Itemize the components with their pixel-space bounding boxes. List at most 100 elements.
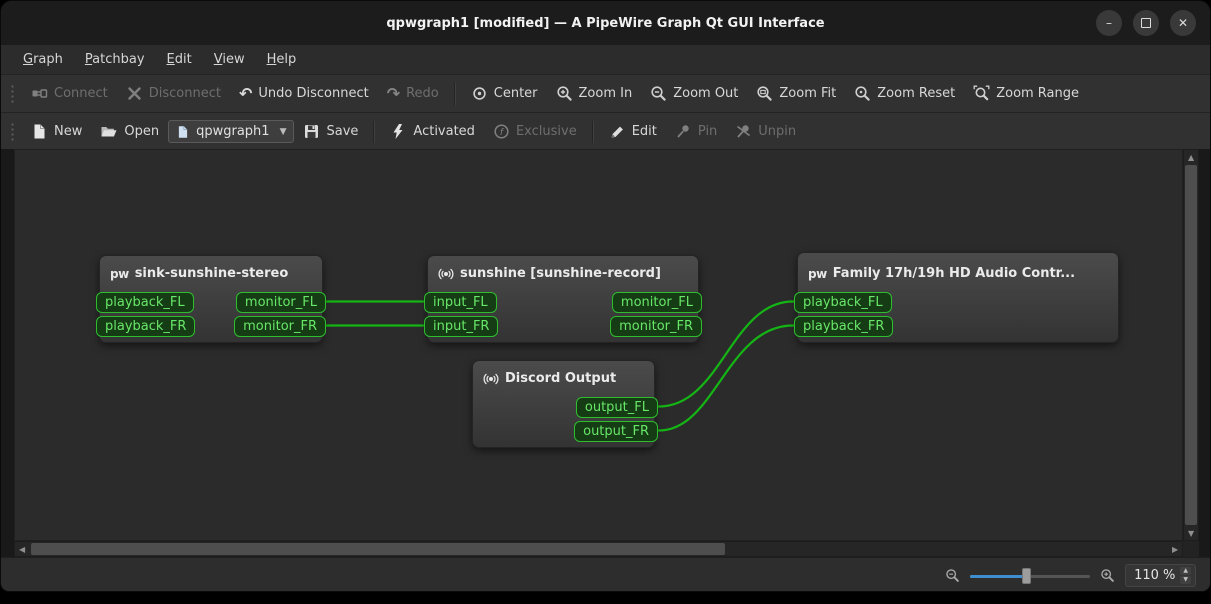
port-input[interactable]: playback_FL <box>794 292 892 313</box>
scroll-down-arrow[interactable]: ▼ <box>1188 530 1194 538</box>
node-header: pw Family 17h/19h HD Audio Contr... <box>798 253 1118 283</box>
zoom-reset-button[interactable]: Zoom Reset <box>845 80 964 107</box>
node-family-hd-audio[interactable]: pw Family 17h/19h HD Audio Contr... play… <box>794 252 1119 343</box>
graph-toolbar: Connect Disconnect ↶ Undo Disconnect ↷ R… <box>1 75 1210 113</box>
port-output[interactable]: monitor_FR <box>234 316 326 337</box>
zoom-reset-icon <box>855 86 870 101</box>
unpin-icon <box>737 125 751 138</box>
center-icon <box>473 87 486 100</box>
patchbay-selector[interactable]: qpwgraph1 ▼ <box>168 120 295 143</box>
zoom-spinbox[interactable]: 110 % ▲ ▼ <box>1125 564 1196 587</box>
node-header: Discord Output <box>473 361 654 388</box>
vertical-scroll-thumb[interactable] <box>1185 165 1197 525</box>
titlebar[interactable]: qpwgraph1 [modified] — A PipeWire Graph … <box>1 1 1210 45</box>
node-sunshine-record[interactable]: sunshine [sunshine-record] input_FL moni… <box>424 255 702 343</box>
scroll-right-arrow[interactable]: ▶ <box>1172 546 1178 554</box>
exclusive-label: Exclusive <box>515 124 577 139</box>
center-button[interactable]: Center <box>462 80 547 107</box>
port-input[interactable]: playback_FR <box>96 316 196 337</box>
port-output[interactable]: monitor_FL <box>235 292 326 313</box>
zoom-range-button[interactable]: Zoom Range <box>964 80 1088 107</box>
pipewire-icon: pw <box>808 266 827 281</box>
menubar: Graph Patchbay Edit View Help <box>1 45 1210 75</box>
port-output[interactable]: monitor_FL <box>611 292 702 313</box>
toolbar-separator <box>373 120 376 143</box>
new-label: New <box>54 124 83 139</box>
central-area: pw sink-sunshine-stereo playback_FL moni… <box>1 149 1210 557</box>
node-sink-sunshine-stereo[interactable]: pw sink-sunshine-stereo playback_FL moni… <box>96 255 326 343</box>
zoom-fit-label: Zoom Fit <box>779 86 837 101</box>
node-title: Family 17h/19h HD Audio Contr... <box>832 266 1076 281</box>
activated-label: Activated <box>413 124 475 139</box>
toolbar-separator <box>453 82 456 105</box>
menu-help[interactable]: Help <box>257 48 307 71</box>
scroll-up-arrow[interactable]: ▲ <box>1188 154 1194 162</box>
disconnect-icon <box>128 87 141 100</box>
menu-edit[interactable]: Edit <box>157 48 202 71</box>
port-output[interactable]: output_FR <box>574 421 658 442</box>
zoom-fit-button[interactable]: Zoom Fit <box>747 80 845 107</box>
port-input[interactable]: input_FL <box>424 292 497 313</box>
scrollbar-corner <box>1183 541 1199 557</box>
scroll-left-arrow[interactable]: ◀ <box>19 546 25 554</box>
edit-button[interactable]: Edit <box>600 118 666 145</box>
pin-label: Pin <box>697 124 718 139</box>
maximize-button[interactable] <box>1133 10 1159 36</box>
open-button[interactable]: Open <box>91 118 168 145</box>
menu-patchbay[interactable]: Patchbay <box>75 48 155 71</box>
spin-down-button[interactable]: ▼ <box>1180 576 1191 584</box>
edit-label: Edit <box>631 124 657 139</box>
disconnect-label: Disconnect <box>148 86 221 101</box>
graph-canvas[interactable]: pw sink-sunshine-stereo playback_FL moni… <box>14 149 1183 541</box>
unpin-button[interactable]: Unpin <box>726 118 805 145</box>
maximize-icon <box>1141 18 1151 28</box>
save-icon <box>305 125 319 138</box>
port-input[interactable]: playback_FR <box>794 316 894 337</box>
toolbar-handle[interactable] <box>10 121 15 142</box>
zoom-slider[interactable] <box>970 567 1091 585</box>
zoom-in-icon <box>1101 569 1114 582</box>
connect-button[interactable]: Connect <box>22 80 117 107</box>
app-window: qpwgraph1 [modified] — A PipeWire Graph … <box>0 0 1211 592</box>
save-label: Save <box>326 124 359 139</box>
connect-icon <box>32 89 48 98</box>
record-icon <box>483 373 499 384</box>
pin-button[interactable]: Pin <box>666 118 726 145</box>
zoom-out-icon <box>651 86 666 101</box>
exclusive-button[interactable]: f Exclusive <box>484 118 586 145</box>
new-button[interactable]: New <box>22 118 91 145</box>
disconnect-button[interactable]: Disconnect <box>117 80 230 107</box>
lightning-icon <box>393 124 403 139</box>
port-output[interactable]: monitor_FR <box>610 316 702 337</box>
zoom-reset-label: Zoom Reset <box>877 86 956 101</box>
horizontal-scroll-thumb[interactable] <box>31 543 725 555</box>
horizontal-scrollbar[interactable]: ◀ ▶ <box>14 541 1183 557</box>
node-discord-output[interactable]: Discord Output output_FL output_FR <box>472 360 658 448</box>
window-title: qpwgraph1 [modified] — A PipeWire Graph … <box>386 15 825 31</box>
toolbar-handle[interactable] <box>10 83 15 104</box>
menu-view[interactable]: View <box>204 48 255 71</box>
zoom-slider-handle[interactable] <box>1022 567 1032 584</box>
redo-button[interactable]: ↷ Redo <box>378 81 448 107</box>
zoom-out-button[interactable]: Zoom Out <box>641 80 747 107</box>
open-label: Open <box>124 124 160 139</box>
minimize-button[interactable]: – <box>1096 10 1122 36</box>
spin-up-button[interactable]: ▲ <box>1180 567 1191 575</box>
close-icon: ✕ <box>1177 16 1189 30</box>
node-title: Discord Output <box>505 371 617 386</box>
undo-label: Undo Disconnect <box>258 86 369 101</box>
patchbay-file-icon <box>178 125 188 138</box>
undo-icon: ↶ <box>238 83 253 103</box>
zoom-in-button[interactable]: Zoom In <box>547 80 642 107</box>
port-input[interactable]: playback_FL <box>96 292 194 313</box>
undo-disconnect-button[interactable]: ↶ Undo Disconnect <box>230 81 378 107</box>
zoom-in-icon <box>556 86 572 101</box>
port-input[interactable]: input_FR <box>424 316 499 337</box>
close-button[interactable]: ✕ <box>1170 10 1196 36</box>
toolbar-separator <box>591 120 594 143</box>
vertical-scrollbar[interactable]: ▲ ▼ <box>1183 149 1199 541</box>
activated-button[interactable]: Activated <box>381 118 484 145</box>
save-button[interactable]: Save <box>294 118 367 145</box>
menu-graph[interactable]: Graph <box>13 48 73 71</box>
port-output[interactable]: output_FL <box>575 397 658 418</box>
